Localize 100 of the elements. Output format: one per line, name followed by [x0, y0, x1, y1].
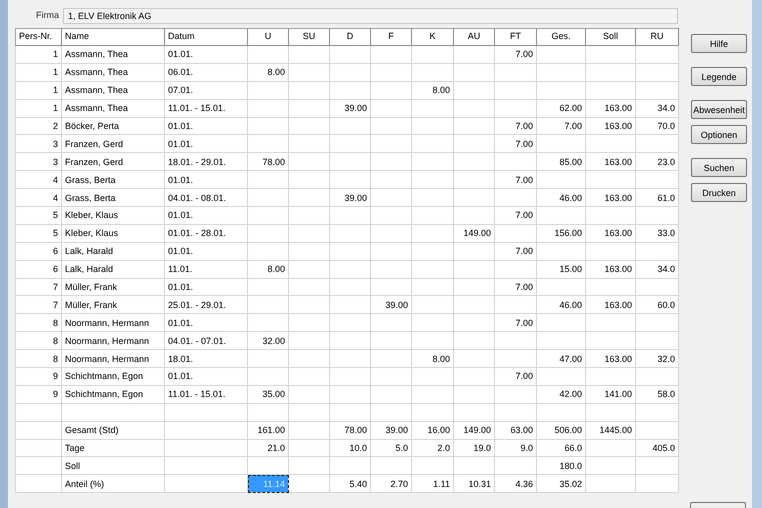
- side-button[interactable]: Optionen: [691, 125, 747, 144]
- table-cell: Schichtmann, Egon: [62, 385, 164, 404]
- table-cell: 180.0: [536, 456, 586, 475]
- table-cell: 01.01.: [164, 170, 248, 189]
- table-cell: 60.0: [636, 296, 678, 314]
- table-cell: 156.00: [536, 224, 586, 242]
- table-cell: 01.01.: [164, 117, 248, 135]
- table-cell: Kleber, Klaus: [62, 206, 164, 224]
- table-cell: 33.0: [636, 224, 678, 242]
- table-cell: 5.0: [370, 439, 412, 457]
- table-cell: 163.00: [586, 117, 636, 135]
- table-cell: Soll: [62, 456, 164, 475]
- column-header[interactable]: F: [370, 28, 412, 46]
- table-cell: Franzen, Gerd: [62, 134, 164, 153]
- table-cell: 6: [16, 260, 62, 278]
- column-header[interactable]: U: [248, 28, 288, 46]
- table-cell: 3: [16, 134, 62, 153]
- table-cell: 1: [16, 81, 62, 100]
- table-cell: 3: [16, 152, 62, 171]
- table-cell: 06.01.: [164, 63, 248, 82]
- table-cell: 70.0: [636, 117, 678, 135]
- table-cell: Schichtmann, Egon: [62, 368, 164, 386]
- table-cell: 42.00: [536, 385, 586, 404]
- table-cell: 8.00: [248, 63, 288, 82]
- column-header[interactable]: D: [330, 28, 370, 46]
- table-cell: Lalk, Harald: [62, 242, 164, 260]
- table-cell: 163.00: [586, 296, 636, 314]
- table-cell: 7.00: [494, 242, 536, 260]
- column-header[interactable]: Pers-Nr.: [16, 28, 62, 46]
- table-cell: 506.00: [536, 421, 586, 440]
- table-cell: 1.11: [412, 474, 454, 493]
- table-cell: 18.01. - 29.01.: [164, 152, 248, 171]
- table-cell: 04.01. - 08.01.: [164, 188, 248, 207]
- table-cell: 6: [16, 242, 62, 260]
- table-cell: 4: [16, 170, 62, 189]
- table-cell: 1: [16, 63, 62, 82]
- table-cell: Assmann, Thea: [62, 63, 164, 82]
- table-cell: 8: [16, 314, 62, 332]
- side-button[interactable]: Suchen: [691, 158, 747, 177]
- table-cell: 163.00: [586, 350, 636, 368]
- table-cell: 7: [16, 278, 62, 296]
- side-button[interactable]: Legende: [691, 67, 747, 86]
- table-cell: 149.00: [454, 421, 494, 440]
- table-cell: 163.00: [586, 224, 636, 242]
- table-cell: Müller, Frank: [62, 296, 164, 314]
- table-cell: Kleber, Klaus: [62, 224, 164, 242]
- table-cell: 7.00: [494, 206, 536, 224]
- firma-field[interactable]: 1, ELV Elektronik AG: [63, 8, 678, 24]
- table-cell: 4.36: [494, 474, 536, 493]
- side-button[interactable]: Drucken: [691, 183, 747, 202]
- column-header[interactable]: K: [412, 28, 454, 46]
- table-cell: 01.01.: [164, 134, 248, 153]
- table-cell: 11.01. - 15.01.: [164, 385, 248, 404]
- table-cell: 85.00: [536, 152, 586, 171]
- table-cell: 10.31: [454, 474, 494, 493]
- table-cell: 62.00: [536, 99, 586, 118]
- table-cell: Böcker, Perta: [62, 117, 164, 135]
- column-header[interactable]: Name: [62, 28, 164, 46]
- table-cell: 11.14: [248, 474, 288, 493]
- table-cell: 21.0: [248, 439, 288, 457]
- table-cell: 8.00: [412, 81, 454, 100]
- column-header[interactable]: AU: [454, 28, 494, 46]
- table-cell: 7.00: [494, 170, 536, 189]
- firma-label: Firma: [35, 9, 60, 22]
- table-cell: 35.00: [248, 385, 288, 404]
- table-cell: 63.00: [494, 421, 536, 440]
- table-cell: 34.0: [636, 99, 678, 118]
- table-cell: 8.00: [248, 260, 288, 278]
- table-cell: 9: [16, 368, 62, 386]
- table-cell: 07.01.: [164, 81, 248, 100]
- table-cell: 7.00: [494, 134, 536, 153]
- table-cell: 7: [16, 296, 62, 314]
- table-cell: 7.00: [494, 368, 536, 386]
- column-header[interactable]: Datum: [164, 28, 248, 46]
- table-cell: 163.00: [586, 99, 636, 118]
- table-cell: Grass, Berta: [62, 188, 164, 207]
- column-header[interactable]: RU: [636, 28, 678, 46]
- table-cell: 32.00: [248, 332, 288, 350]
- table-cell: 01.01.: [164, 206, 248, 224]
- side-button[interactable]: Abwesenheit: [691, 100, 747, 119]
- column-header[interactable]: FT: [494, 28, 536, 46]
- column-header[interactable]: Ges.: [536, 28, 586, 46]
- column-header[interactable]: Soll: [586, 28, 636, 46]
- table-cell: 5: [16, 224, 62, 242]
- table-cell: 405.0: [636, 439, 678, 457]
- column-header[interactable]: SU: [288, 28, 330, 46]
- table-cell: 4: [16, 188, 62, 207]
- table-cell: 39.00: [330, 188, 370, 207]
- side-button[interactable]: Hilfe: [691, 34, 747, 53]
- table-cell: 11.01.: [164, 260, 248, 278]
- table-cell: 25.01. - 29.01.: [164, 296, 248, 314]
- table-cell: 47.00: [536, 350, 586, 368]
- table-cell: 1: [16, 46, 62, 64]
- table-cell: 18.01.: [164, 350, 248, 368]
- table-cell: 163.00: [586, 188, 636, 207]
- table-cell: 1: [16, 99, 62, 118]
- table-cell: 66.0: [536, 439, 586, 457]
- table-cell: 161.00: [248, 421, 288, 440]
- table-cell: 15.00: [536, 260, 586, 278]
- table-cell: 7.00: [536, 117, 586, 135]
